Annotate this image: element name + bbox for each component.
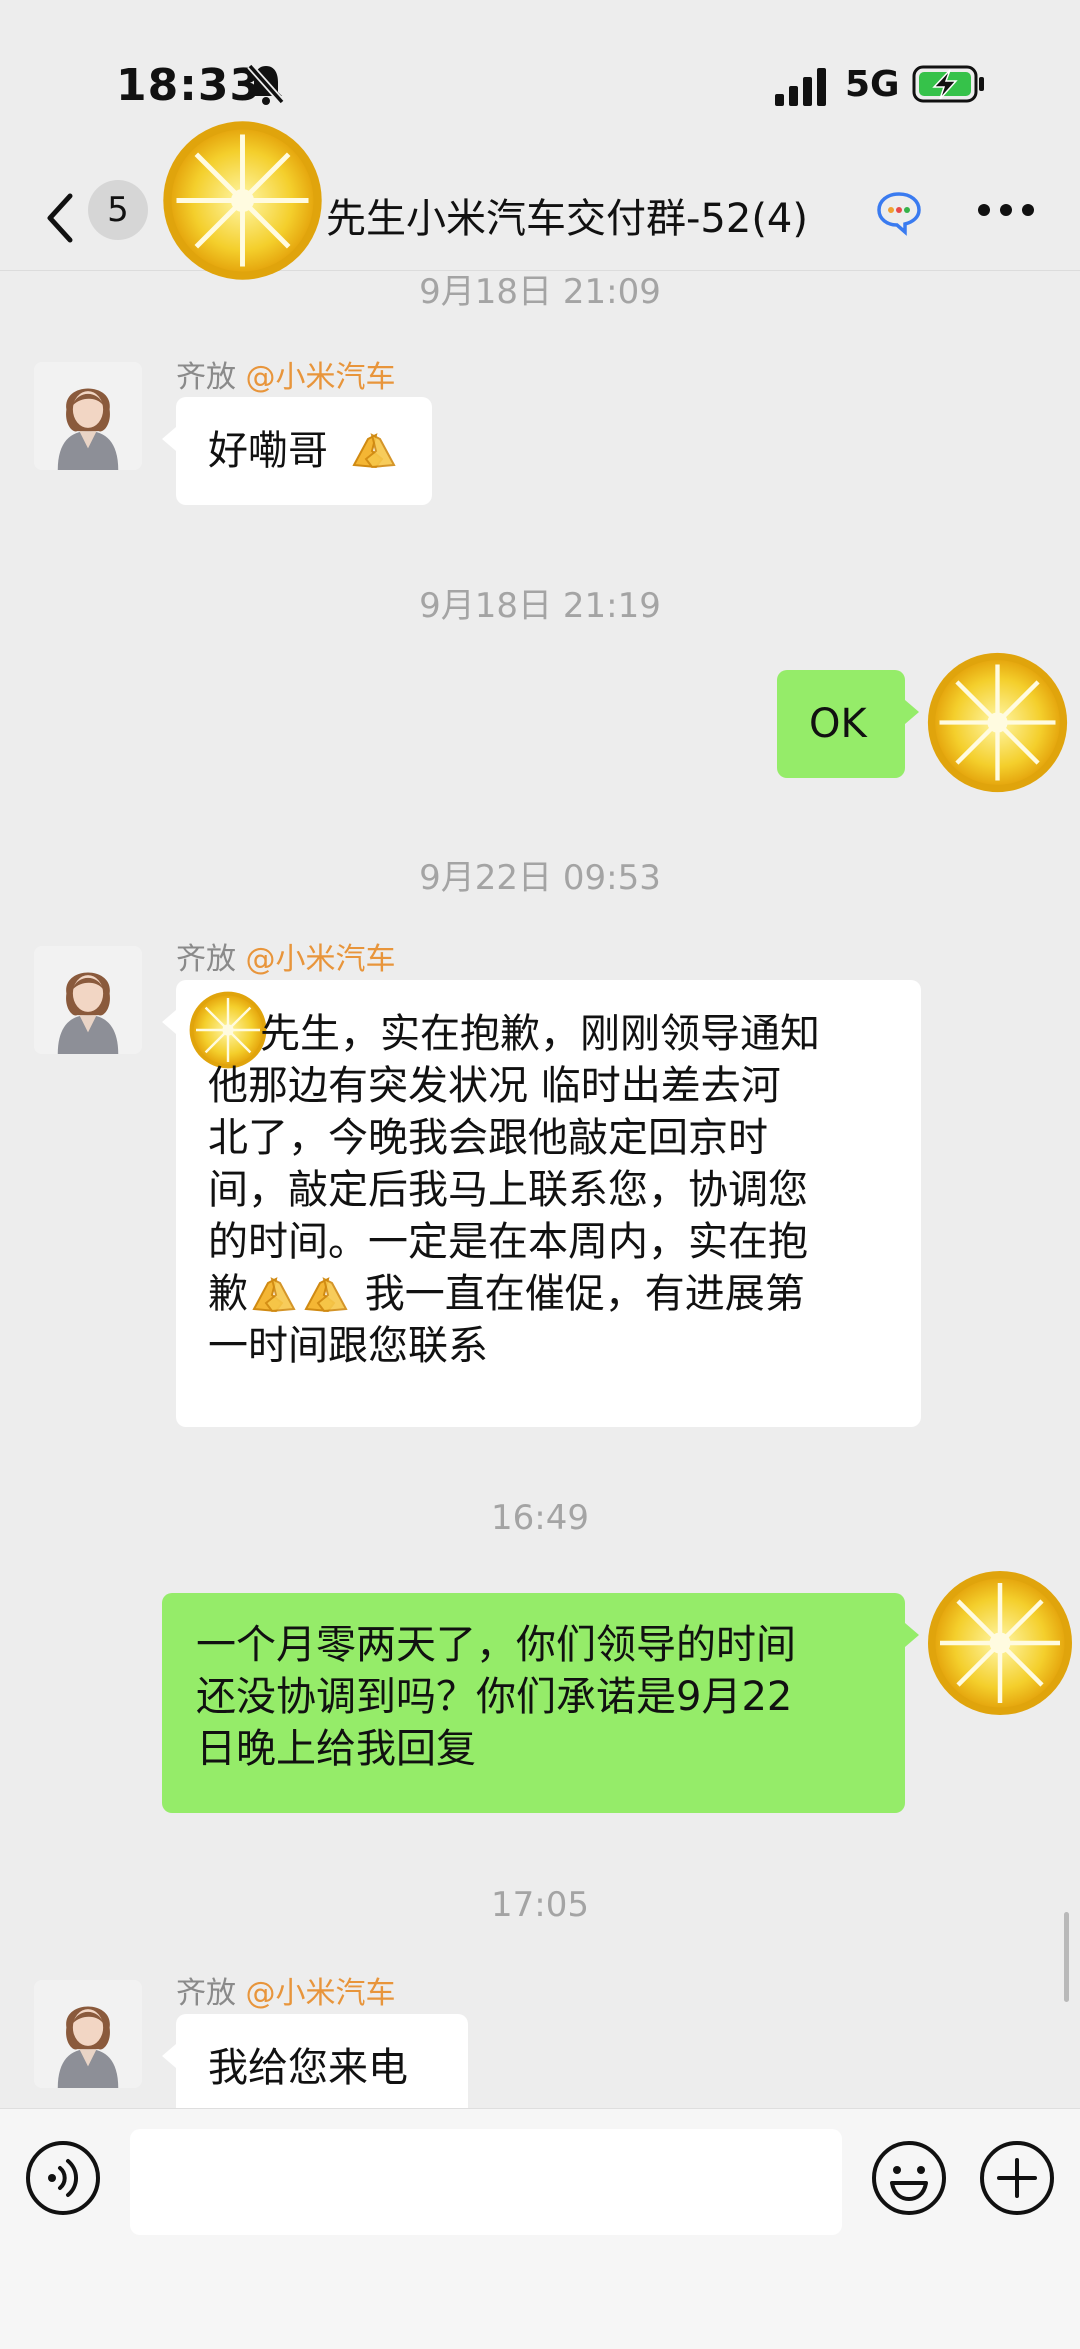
emoji-icon[interactable] <box>870 2139 948 2217</box>
message-bubble-outgoing[interactable]: OK <box>777 670 919 778</box>
sender-label: 齐放 @小米汽车 <box>176 934 396 978</box>
message-text: 一个月零两天了，你们领导的时间 还没协调到吗？你们承诺是9月22 日晚上给我回复 <box>196 1622 796 1772</box>
sender-name: 齐放 <box>176 1976 236 2011</box>
input-bar <box>0 2108 1080 2349</box>
sender-name: 齐放 <box>176 360 236 395</box>
message-bubble-incoming[interactable]: 我给您来电 <box>162 2014 468 2122</box>
chat-title: 先生小米汽车交付群-52(4) <box>326 196 808 242</box>
bell-slash-icon <box>247 63 285 105</box>
chevron-left-icon[interactable] <box>42 188 78 248</box>
sender-org: @小米汽车 <box>245 360 396 395</box>
sender-org: @小米汽车 <box>245 1976 396 2011</box>
praying-hands-emoji <box>305 1278 347 1312</box>
group-chat-icon[interactable] <box>875 190 923 236</box>
signal-icon <box>775 68 826 106</box>
unread-count-badge[interactable]: 5 <box>88 180 148 240</box>
message-input[interactable] <box>130 2129 842 2235</box>
sender-label: 齐放 @小米汽车 <box>176 1968 396 2012</box>
group-avatar[interactable] <box>160 118 325 283</box>
avatar[interactable] <box>34 1980 142 2088</box>
avatar[interactable] <box>34 362 142 470</box>
praying-hands-emoji <box>253 1278 295 1312</box>
sender-label: 齐放 @小米汽车 <box>176 352 396 396</box>
chat-header: 5 先生小米汽车交付群-52(4) <box>0 170 1080 271</box>
message-text: 先生，实在抱歉，刚刚领导通知 他那边有突发状况 临时出差去河 北了，今晚我会跟他… <box>208 1011 820 1369</box>
praying-hands-emoji <box>353 434 395 468</box>
message-timestamp: 9月18日 21:09 <box>419 272 661 312</box>
plus-icon[interactable] <box>978 2139 1056 2217</box>
message-bubble-incoming[interactable]: 先生，实在抱歉，刚刚领导通知 他那边有突发状况 临时出差去河 北了，今晚我会跟他… <box>162 980 921 1427</box>
my-avatar[interactable] <box>925 1568 1075 1718</box>
status-time: 18:33 <box>116 60 262 111</box>
message-bubble-outgoing[interactable]: 一个月零两天了，你们领导的时间 还没协调到吗？你们承诺是9月22 日晚上给我回复 <box>162 1593 919 1813</box>
scrollbar[interactable] <box>1064 1912 1069 2002</box>
message-text: 我给您来电 <box>208 2045 408 2091</box>
network-type: 5G <box>845 64 900 105</box>
my-avatar[interactable] <box>925 650 1070 795</box>
message-timestamp: 16:49 <box>491 1498 589 1538</box>
sender-name: 齐放 <box>176 942 236 977</box>
message-timestamp: 9月22日 09:53 <box>419 858 661 898</box>
message-text: 好嘞哥 <box>208 428 328 474</box>
battery-charging-icon <box>912 65 984 103</box>
message-timestamp: 9月18日 21:19 <box>419 586 661 626</box>
more-dots-icon[interactable] <box>976 200 1036 220</box>
voice-icon[interactable] <box>24 2139 102 2217</box>
message-bubble-incoming[interactable]: 好嘞哥 <box>162 397 432 505</box>
avatar[interactable] <box>34 946 142 1054</box>
message-timestamp: 17:05 <box>491 1885 589 1925</box>
message-text: OK <box>809 701 867 747</box>
sender-org: @小米汽车 <box>245 942 396 977</box>
